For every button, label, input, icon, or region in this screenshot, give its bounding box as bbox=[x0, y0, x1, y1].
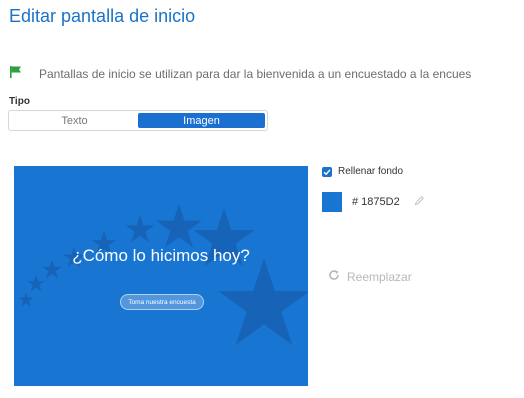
fill-background-checkbox[interactable] bbox=[322, 166, 332, 177]
color-hex-value: # 1875D2 bbox=[352, 196, 400, 208]
replace-button[interactable]: Reemplazar bbox=[328, 268, 412, 286]
type-option-text[interactable]: Texto bbox=[11, 113, 138, 128]
page-title: Editar pantalla de inicio bbox=[9, 6, 196, 26]
info-text: Pantallas de inicio se utilizan para dar… bbox=[39, 67, 472, 81]
type-label: Tipo bbox=[9, 96, 30, 107]
background-color-row: # 1875D2 bbox=[322, 192, 425, 212]
pencil-icon[interactable] bbox=[414, 193, 425, 211]
replace-label: Reemplazar bbox=[347, 270, 412, 284]
check-icon bbox=[323, 168, 331, 175]
type-segmented-control: Texto Imagen bbox=[8, 110, 268, 131]
fill-background-label: Rellenar fondo bbox=[338, 166, 404, 177]
type-option-image[interactable]: Imagen bbox=[138, 113, 265, 128]
fill-background-row: Rellenar fondo bbox=[322, 166, 403, 177]
refresh-icon bbox=[328, 268, 340, 286]
preview-title: ¿Cómo lo hicimos hoy? bbox=[72, 246, 250, 265]
stars-decoration-icon bbox=[18, 204, 308, 345]
color-swatch[interactable] bbox=[322, 192, 342, 212]
info-row: Pantallas de inicio se utilizan para dar… bbox=[9, 66, 519, 82]
take-survey-button[interactable]: Toma nuestra encuesta bbox=[120, 294, 204, 310]
flag-icon bbox=[9, 66, 39, 82]
welcome-screen-preview: ¿Cómo lo hicimos hoy? Toma nuestra encue… bbox=[14, 166, 308, 386]
